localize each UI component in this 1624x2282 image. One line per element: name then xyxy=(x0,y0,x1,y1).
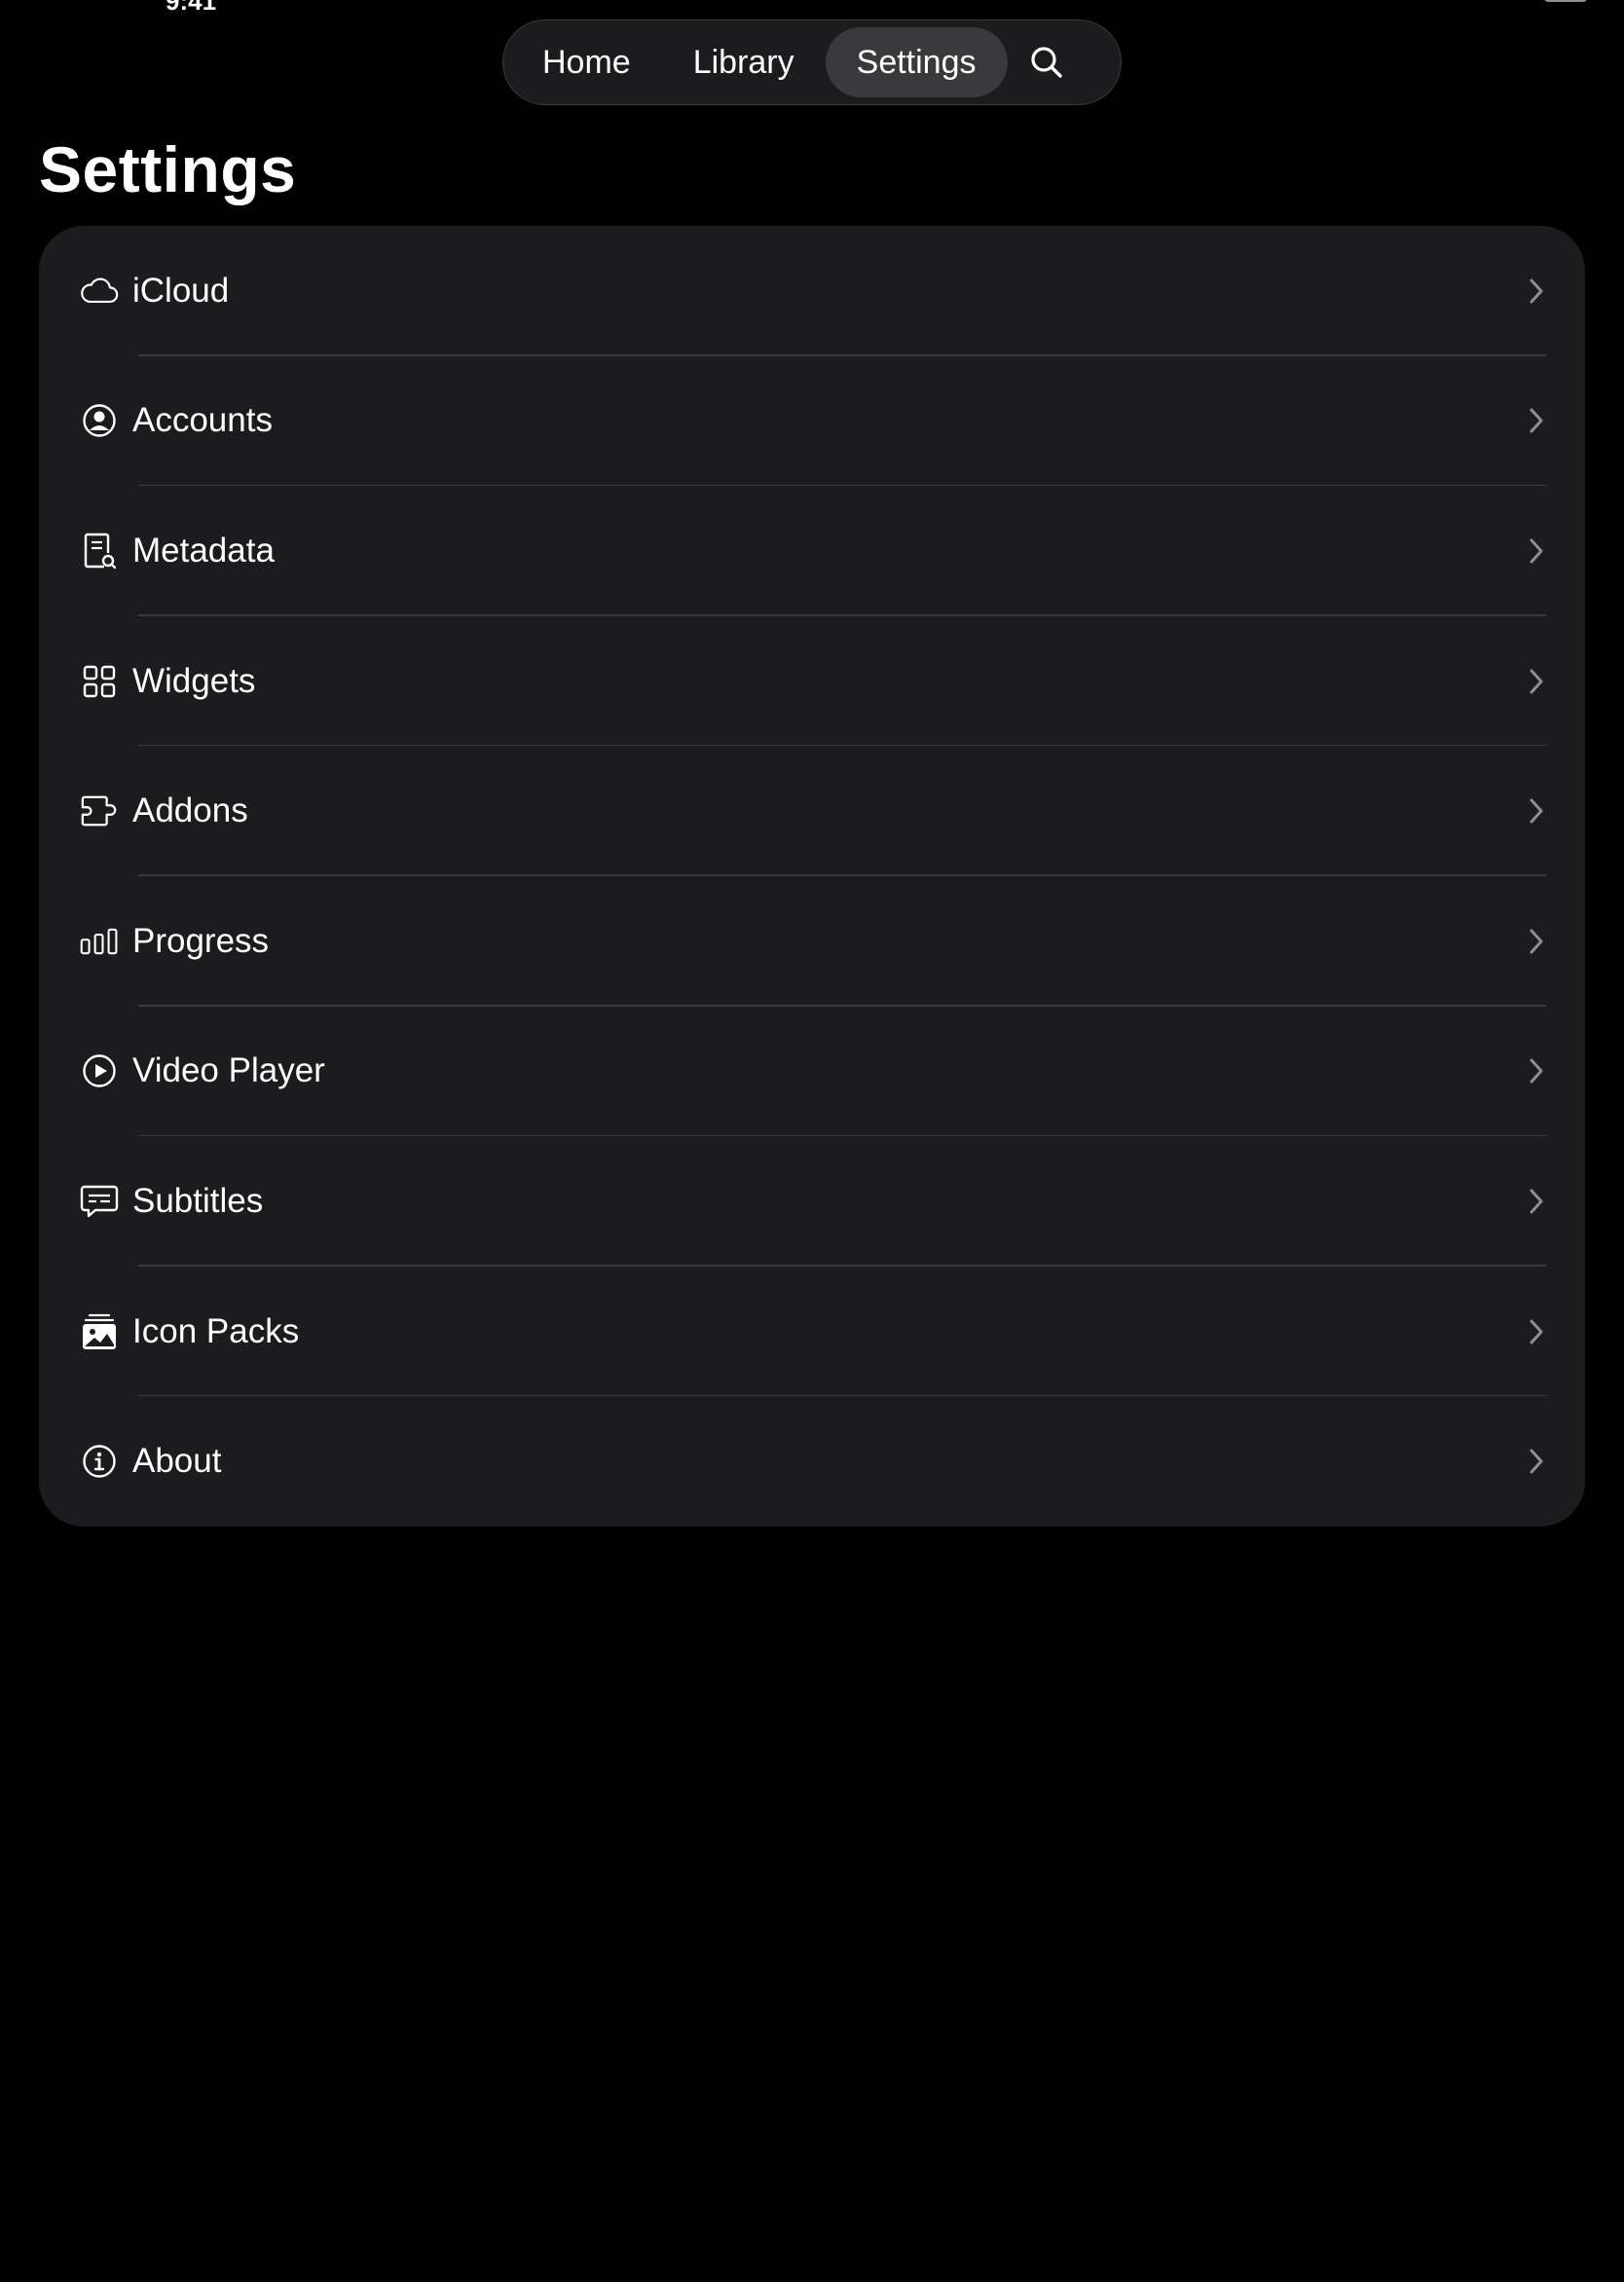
grid-icon xyxy=(80,662,119,701)
settings-row-label: Metadata xyxy=(132,531,275,570)
settings-row-icloud[interactable]: iCloud xyxy=(39,226,1585,356)
status-bar: 9:41 xyxy=(0,0,1624,16)
settings-row-accounts[interactable]: Accounts xyxy=(39,356,1585,487)
settings-row-progress[interactable]: Progress xyxy=(39,876,1585,1007)
tab-library[interactable]: Library xyxy=(662,27,826,97)
tab-bar: Home Library Settings xyxy=(502,19,1122,105)
cloud-icon xyxy=(80,272,119,311)
settings-row-about[interactable]: About xyxy=(39,1396,1585,1527)
chevron-right-icon xyxy=(1530,1058,1543,1084)
chevron-right-icon xyxy=(1530,278,1543,304)
play-circle-icon xyxy=(80,1051,119,1090)
photo-stack-icon xyxy=(80,1312,119,1351)
settings-row-label: Video Player xyxy=(132,1051,325,1090)
search-icon xyxy=(1030,47,1062,78)
chevron-right-icon xyxy=(1530,538,1543,564)
chevron-right-icon xyxy=(1530,1189,1543,1214)
settings-row-label: Progress xyxy=(132,921,270,960)
chevron-right-icon xyxy=(1530,1319,1543,1344)
puzzle-icon xyxy=(80,791,119,830)
status-time: 9:41 xyxy=(166,0,217,16)
chevron-right-icon xyxy=(1530,798,1543,824)
settings-row-metadata[interactable]: Metadata xyxy=(39,486,1585,616)
person-circle-icon xyxy=(80,401,119,440)
chevron-right-icon xyxy=(1530,669,1543,694)
settings-row-label: Subtitles xyxy=(132,1181,264,1220)
settings-row-subtitles[interactable]: Subtitles xyxy=(39,1136,1585,1267)
search-button[interactable] xyxy=(1008,27,1086,97)
settings-row-widgets[interactable]: Widgets xyxy=(39,616,1585,747)
chevron-right-icon xyxy=(1530,929,1543,954)
settings-row-label: Icon Packs xyxy=(132,1311,300,1350)
settings-row-label: Widgets xyxy=(132,661,256,700)
page-title: Settings xyxy=(39,133,297,205)
chevron-right-icon xyxy=(1530,408,1543,433)
settings-list: iCloud Accounts Metadata Widgets Addons … xyxy=(39,226,1585,1527)
battery-icon xyxy=(1544,0,1587,2)
settings-row-label: Addons xyxy=(132,791,248,830)
settings-row-label: Accounts xyxy=(132,401,273,440)
chevron-right-icon xyxy=(1530,1449,1543,1474)
caption-bubble-icon xyxy=(80,1182,119,1221)
bar-chart-icon xyxy=(80,922,119,961)
document-search-icon xyxy=(80,532,119,570)
settings-row-video-player[interactable]: Video Player xyxy=(39,1007,1585,1137)
settings-row-addons[interactable]: Addons xyxy=(39,746,1585,876)
settings-row-icon-packs[interactable]: Icon Packs xyxy=(39,1267,1585,1397)
info-circle-icon xyxy=(80,1442,119,1481)
tab-home[interactable]: Home xyxy=(511,27,662,97)
settings-row-label: iCloud xyxy=(132,271,230,310)
settings-row-label: About xyxy=(132,1442,222,1481)
tab-settings[interactable]: Settings xyxy=(825,27,1008,97)
